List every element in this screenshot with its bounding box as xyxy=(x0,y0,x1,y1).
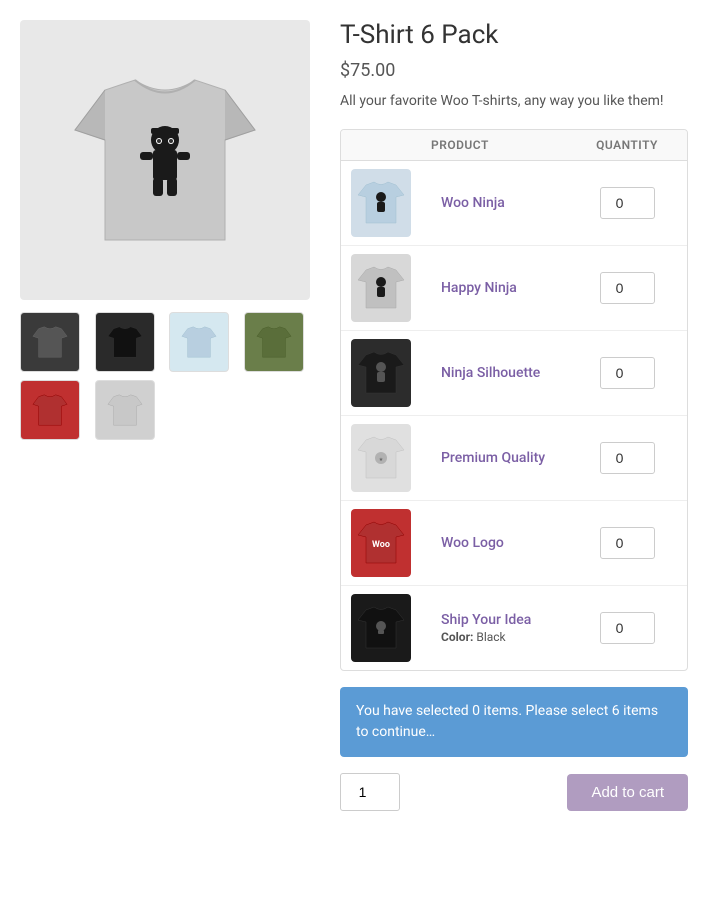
thumbnail-item[interactable] xyxy=(20,380,80,440)
product-thumb-premium-quality: ★ xyxy=(351,424,411,492)
bundle-row-woo-ninja: Woo Ninja xyxy=(341,161,687,246)
product-color-label-ship: Color: Black xyxy=(441,630,567,644)
thumbnail-item[interactable] xyxy=(95,312,155,372)
qty-cell-ninja-silhouette xyxy=(577,357,677,389)
bundle-row-ninja-silhouette: Ninja Silhouette xyxy=(341,331,687,416)
thumbnail-item[interactable] xyxy=(169,312,229,372)
svg-text:Woo: Woo xyxy=(372,540,390,550)
add-to-cart-button[interactable]: Add to cart xyxy=(567,774,688,811)
qty-cell-happy-ninja xyxy=(577,272,677,304)
right-column: T-Shirt 6 Pack $75.00 All your favorite … xyxy=(340,20,688,811)
product-description: All your favorite Woo T-shirts, any way … xyxy=(340,93,688,109)
product-thumb-ninja-silhouette xyxy=(351,339,411,407)
main-image-svg xyxy=(65,50,265,270)
qty-input-ninja-silhouette[interactable] xyxy=(600,357,655,389)
qty-cell-woo-ninja xyxy=(577,187,677,219)
thumbnail-item[interactable] xyxy=(95,380,155,440)
product-info-ninja-silhouette: Ninja Silhouette xyxy=(431,365,577,381)
product-name-ship-your-idea: Ship Your Idea xyxy=(441,612,567,628)
status-bar: You have selected 0 items. Please select… xyxy=(340,687,688,757)
bundle-row-premium-quality: ★ Premium Quality xyxy=(341,416,687,501)
product-thumb-happy-ninja xyxy=(351,254,411,322)
bundle-row-happy-ninja: Happy Ninja xyxy=(341,246,687,331)
main-quantity-stepper[interactable] xyxy=(340,773,400,811)
product-price: $75.00 xyxy=(340,60,688,81)
column-header-product: PRODUCT xyxy=(431,138,577,152)
qty-cell-premium-quality xyxy=(577,442,677,474)
product-name-woo-logo: Woo Logo xyxy=(441,535,567,551)
product-name-woo-ninja: Woo Ninja xyxy=(441,195,567,211)
qty-input-happy-ninja[interactable] xyxy=(600,272,655,304)
bundle-table-header: PRODUCT QUANTITY xyxy=(341,130,687,161)
qty-cell-woo-logo xyxy=(577,527,677,559)
bundle-table: PRODUCT QUANTITY Woo Ninja xyxy=(340,129,688,671)
product-thumb-woo-logo: Woo xyxy=(351,509,411,577)
product-title: T-Shirt 6 Pack xyxy=(340,20,688,50)
product-name-happy-ninja: Happy Ninja xyxy=(441,280,567,296)
product-layout: T-Shirt 6 Pack $75.00 All your favorite … xyxy=(20,20,688,811)
main-product-image xyxy=(20,20,310,300)
qty-input-woo-logo[interactable] xyxy=(600,527,655,559)
thumbnail-grid xyxy=(20,312,310,440)
product-name-ninja-silhouette: Ninja Silhouette xyxy=(441,365,567,381)
product-info-ship-your-idea: Ship Your Idea Color: Black xyxy=(431,612,577,644)
add-to-cart-row: Add to cart xyxy=(340,773,688,811)
status-message: You have selected 0 items. Please select… xyxy=(356,703,658,740)
column-header-quantity: QUANTITY xyxy=(577,138,677,152)
product-thumb-woo-ninja xyxy=(351,169,411,237)
thumbnail-item[interactable] xyxy=(20,312,80,372)
product-info-woo-logo: Woo Logo xyxy=(431,535,577,551)
product-thumb-ship-your-idea xyxy=(351,594,411,662)
bundle-row-woo-logo: Woo Woo Logo xyxy=(341,501,687,586)
qty-input-woo-ninja[interactable] xyxy=(600,187,655,219)
page-container: T-Shirt 6 Pack $75.00 All your favorite … xyxy=(0,0,708,900)
bundle-row-ship-your-idea: Ship Your Idea Color: Black xyxy=(341,586,687,670)
qty-cell-ship-your-idea xyxy=(577,612,677,644)
thumbnail-item[interactable] xyxy=(244,312,304,372)
qty-input-premium-quality[interactable] xyxy=(600,442,655,474)
product-info-premium-quality: Premium Quality xyxy=(431,450,577,466)
qty-input-ship-your-idea[interactable] xyxy=(600,612,655,644)
product-info-happy-ninja: Happy Ninja xyxy=(431,280,577,296)
svg-text:★: ★ xyxy=(379,457,384,463)
product-name-premium-quality: Premium Quality xyxy=(441,450,567,466)
product-info-woo-ninja: Woo Ninja xyxy=(431,195,577,211)
left-column xyxy=(20,20,310,440)
